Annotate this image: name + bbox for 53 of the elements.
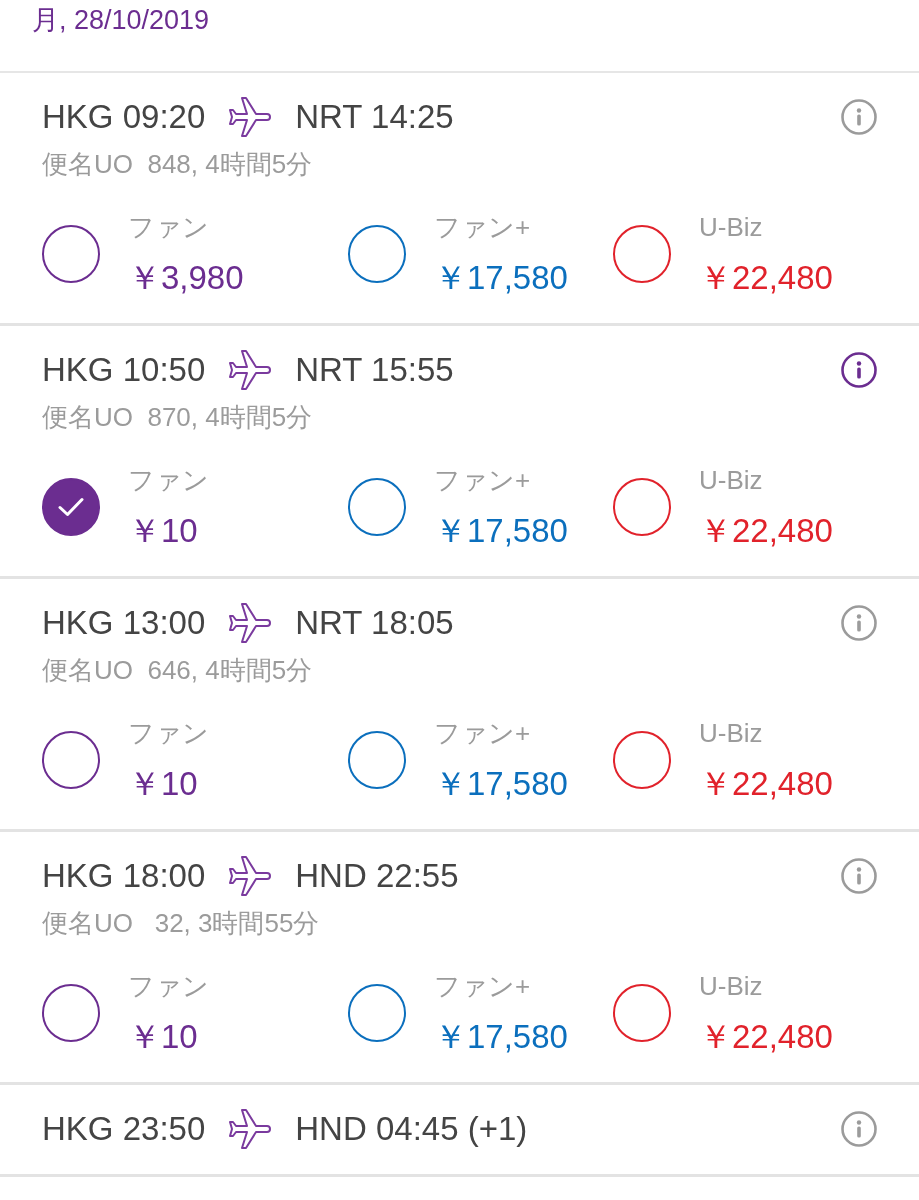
check-icon bbox=[58, 497, 84, 517]
radio-button[interactable] bbox=[42, 984, 100, 1042]
arrival-time: NRT 14:25 bbox=[295, 97, 454, 137]
fare-price: ￥17,580 bbox=[434, 511, 568, 551]
fare-price: ￥17,580 bbox=[434, 764, 568, 804]
fare-price: ￥22,480 bbox=[699, 1017, 833, 1057]
fare-name: ファン bbox=[128, 464, 209, 497]
departure-time: HKG 10:50 bbox=[42, 350, 206, 390]
radio-button[interactable] bbox=[348, 478, 406, 536]
radio-button[interactable] bbox=[42, 225, 100, 283]
fare-price: ￥22,480 bbox=[699, 764, 833, 804]
arrival-time: NRT 18:05 bbox=[295, 603, 454, 643]
fare-name: ファン bbox=[128, 211, 210, 244]
fare-price: ￥10 bbox=[128, 1017, 199, 1057]
fare-name: ファン bbox=[128, 717, 209, 750]
fare-name: ファン+ bbox=[434, 717, 532, 750]
departure-time: HKG 23:50 bbox=[42, 1109, 206, 1149]
fare-name: U-Biz bbox=[699, 717, 764, 750]
fare-price: ￥10 bbox=[128, 511, 199, 551]
flight-details: 便名UO 870, 4時間5分 bbox=[42, 401, 314, 434]
fare-name: ファン+ bbox=[434, 970, 532, 1003]
radio-button[interactable] bbox=[613, 984, 671, 1042]
departure-time: HKG 09:20 bbox=[42, 97, 206, 137]
fare-name: U-Biz bbox=[699, 464, 764, 497]
fare-price: ￥17,580 bbox=[434, 1017, 568, 1057]
arrival-time: HND 04:45 (+1) bbox=[295, 1109, 528, 1149]
fare-name: ファン+ bbox=[434, 464, 532, 497]
fare-name: ファン+ bbox=[434, 211, 532, 244]
departure-time: HKG 18:00 bbox=[42, 856, 206, 896]
fare-name: U-Biz bbox=[699, 970, 764, 1003]
radio-button[interactable] bbox=[613, 478, 671, 536]
fare-price: ￥22,480 bbox=[699, 511, 833, 551]
radio-button[interactable] bbox=[613, 731, 671, 789]
fare-price: ￥17,580 bbox=[434, 258, 568, 298]
radio-button[interactable] bbox=[348, 984, 406, 1042]
fare-name: ファン bbox=[128, 970, 209, 1003]
arrival-time: NRT 15:55 bbox=[295, 350, 454, 390]
info-icon[interactable] bbox=[841, 352, 877, 388]
date-heading: 月, 28/10/2019 bbox=[32, 4, 211, 37]
departure-time: HKG 13:00 bbox=[42, 603, 206, 643]
fare-price: ￥22,480 bbox=[699, 258, 833, 298]
radio-button[interactable] bbox=[42, 478, 100, 536]
fare-price: ￥3,980 bbox=[128, 258, 244, 298]
fare-price: ￥10 bbox=[128, 764, 199, 804]
fare-name: U-Biz bbox=[699, 211, 764, 244]
flight-details: 便名UO 32, 3時間55分 bbox=[42, 907, 321, 940]
flight-details: 便名UO 646, 4時間5分 bbox=[42, 654, 314, 687]
radio-button[interactable] bbox=[348, 731, 406, 789]
radio-button[interactable] bbox=[348, 225, 406, 283]
flight-details: 便名UO 848, 4時間5分 bbox=[42, 148, 314, 181]
radio-button[interactable] bbox=[613, 225, 671, 283]
arrival-time: HND 22:55 bbox=[295, 856, 459, 896]
radio-button[interactable] bbox=[42, 731, 100, 789]
